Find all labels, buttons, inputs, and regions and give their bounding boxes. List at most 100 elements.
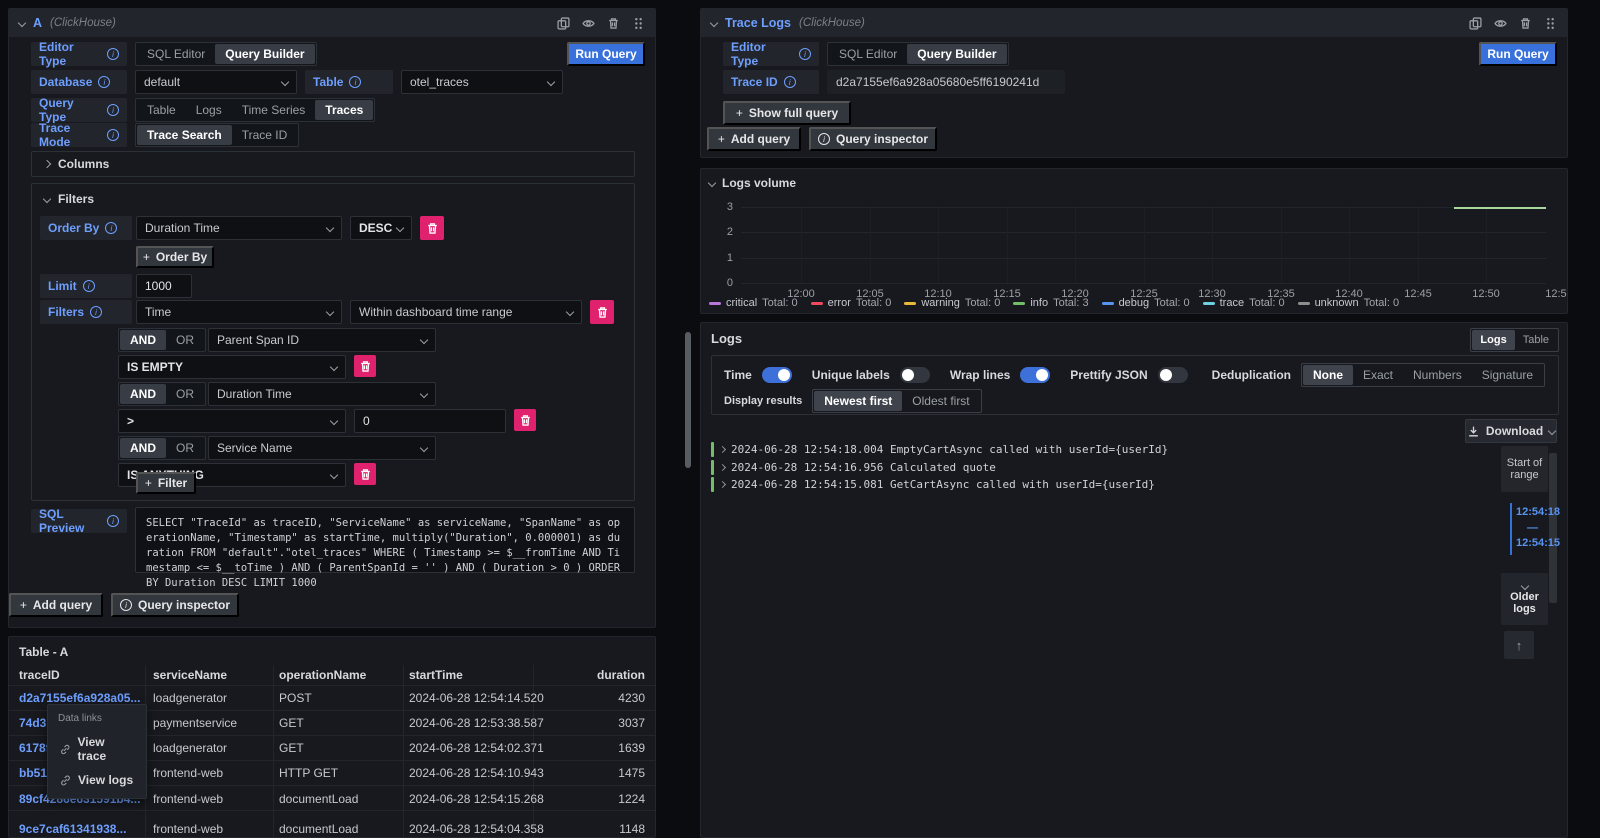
column-header-servicename[interactable]: serviceName bbox=[153, 668, 227, 682]
scrollbar[interactable] bbox=[685, 332, 691, 468]
trace-id-link[interactable]: d2a7155ef6a928a05... bbox=[19, 691, 143, 705]
wrap-lines-toggle[interactable] bbox=[1020, 367, 1050, 383]
or-option[interactable]: OR bbox=[166, 330, 204, 350]
trace-mode-trace-search[interactable]: Trace Search bbox=[137, 125, 232, 145]
info-icon[interactable]: i bbox=[98, 76, 110, 88]
condition2-field-select[interactable]: Duration Time bbox=[208, 382, 436, 406]
older-logs-button[interactable]: Older logs bbox=[1501, 573, 1548, 625]
log-row[interactable]: 2024-06-28 12:54:18.004 EmptyCartAsync c… bbox=[711, 441, 1168, 458]
column-header-starttime[interactable]: startTime bbox=[409, 668, 463, 682]
legend-item-warning[interactable]: warningTotal: 0 bbox=[904, 297, 1000, 309]
legend-item-error[interactable]: errorTotal: 0 bbox=[811, 297, 892, 309]
duplicate-query-icon[interactable] bbox=[557, 17, 570, 30]
logs-volume-title[interactable]: Logs volume bbox=[709, 176, 796, 190]
database-select[interactable]: default bbox=[135, 70, 297, 94]
expand-log-icon[interactable] bbox=[719, 446, 726, 453]
dedup-numbers[interactable]: Numbers bbox=[1403, 365, 1472, 385]
download-button[interactable]: Download bbox=[1465, 419, 1557, 443]
editor-type-query-builder[interactable]: Query Builder bbox=[215, 44, 314, 64]
info-icon[interactable]: i bbox=[799, 48, 811, 60]
condition2-value-input[interactable]: 0 bbox=[354, 409, 506, 433]
time-toggle[interactable] bbox=[762, 367, 792, 383]
collapse-chevron-icon[interactable] bbox=[710, 19, 718, 27]
info-icon[interactable]: i bbox=[107, 129, 119, 141]
legend-item-debug[interactable]: debugTotal: 0 bbox=[1102, 297, 1190, 309]
trace-mode-trace-id[interactable]: Trace ID bbox=[232, 125, 298, 145]
trace-id-input[interactable]: d2a7155ef6a928a05680e5ff6190241d bbox=[827, 70, 1065, 94]
view-table-option[interactable]: Table bbox=[1515, 330, 1557, 350]
add-filter-button[interactable]: +Filter bbox=[136, 472, 196, 494]
dedup-exact[interactable]: Exact bbox=[1353, 365, 1403, 385]
table-select[interactable]: otel_traces bbox=[401, 70, 563, 94]
and-option[interactable]: AND bbox=[120, 384, 166, 404]
info-icon[interactable]: i bbox=[349, 76, 361, 88]
and-option[interactable]: AND bbox=[120, 438, 166, 458]
column-header-duration[interactable]: duration bbox=[597, 668, 645, 682]
legend-item-critical[interactable]: criticalTotal: 0 bbox=[709, 297, 798, 309]
expand-log-icon[interactable] bbox=[719, 464, 726, 471]
info-icon[interactable]: i bbox=[107, 515, 119, 527]
view-logs-option[interactable]: Logs bbox=[1472, 330, 1514, 350]
table-a-title[interactable]: Table - A bbox=[19, 645, 68, 659]
add-query-button[interactable]: +Add query bbox=[9, 593, 103, 617]
run-query-button[interactable]: Run Query bbox=[567, 42, 645, 66]
show-full-query-button[interactable]: +Show full query bbox=[723, 101, 851, 125]
editor-type-sql-editor[interactable]: SQL Editor bbox=[829, 44, 907, 64]
info-icon[interactable]: i bbox=[105, 222, 117, 234]
query-type-table[interactable]: Table bbox=[137, 100, 186, 120]
or-option[interactable]: OR bbox=[166, 438, 204, 458]
remove-time-filter-button[interactable] bbox=[590, 300, 614, 324]
view-trace-link[interactable]: View trace bbox=[48, 730, 146, 768]
hide-response-icon[interactable] bbox=[582, 17, 595, 30]
or-option[interactable]: OR bbox=[166, 384, 204, 404]
order-by-field-select[interactable]: Duration Time bbox=[136, 216, 342, 240]
run-query-button[interactable]: Run Query bbox=[1479, 42, 1557, 66]
query-ref-id[interactable]: A bbox=[33, 16, 42, 30]
drag-handle-icon[interactable] bbox=[1544, 17, 1557, 30]
scroll-to-top-button[interactable]: ↑ bbox=[1504, 631, 1534, 659]
log-row[interactable]: 2024-06-28 12:54:15.081 GetCartAsync cal… bbox=[711, 476, 1155, 493]
info-icon[interactable]: i bbox=[90, 306, 102, 318]
query-type-time-series[interactable]: Time Series bbox=[232, 100, 316, 120]
and-option[interactable]: AND bbox=[120, 330, 166, 350]
dedup-signature[interactable]: Signature bbox=[1472, 365, 1543, 385]
collapse-chevron-icon[interactable] bbox=[18, 19, 26, 27]
minimap-track[interactable] bbox=[1549, 453, 1557, 603]
drag-handle-icon[interactable] bbox=[632, 17, 645, 30]
dedup-none[interactable]: None bbox=[1303, 365, 1353, 385]
query-type-traces[interactable]: Traces bbox=[315, 100, 373, 120]
condition1-field-select[interactable]: Parent Span ID bbox=[208, 328, 436, 352]
remove-order-by-button[interactable] bbox=[420, 216, 444, 240]
legend-item-unknown[interactable]: unknownTotal: 0 bbox=[1298, 297, 1400, 309]
query-inspector-button[interactable]: iQuery inspector bbox=[111, 593, 239, 617]
remove-condition2-button[interactable] bbox=[514, 409, 536, 431]
add-order-by-button[interactable]: +Order By bbox=[136, 246, 214, 268]
delete-query-icon[interactable] bbox=[1519, 17, 1532, 30]
editor-type-query-builder[interactable]: Query Builder bbox=[907, 44, 1006, 64]
info-icon[interactable]: i bbox=[107, 48, 119, 60]
hide-response-icon[interactable] bbox=[1494, 17, 1507, 30]
columns-section[interactable]: Columns bbox=[31, 151, 635, 177]
condition1-operator-select[interactable]: IS EMPTY bbox=[118, 355, 346, 379]
filter-time-range-select[interactable]: Within dashboard time range bbox=[350, 300, 582, 324]
remove-condition1-button[interactable] bbox=[354, 355, 376, 377]
delete-query-icon[interactable] bbox=[607, 17, 620, 30]
view-logs-link[interactable]: View logs bbox=[48, 768, 146, 792]
editor-type-sql-editor[interactable]: SQL Editor bbox=[137, 44, 215, 64]
legend-item-trace[interactable]: traceTotal: 0 bbox=[1203, 297, 1285, 309]
unique-labels-toggle[interactable] bbox=[900, 367, 930, 383]
query-type-logs[interactable]: Logs bbox=[186, 100, 232, 120]
log-row[interactable]: 2024-06-28 12:54:16.956 Calculated quote bbox=[711, 459, 996, 476]
column-header-operationname[interactable]: operationName bbox=[279, 668, 366, 682]
filters-section-header[interactable]: Filters bbox=[32, 184, 634, 214]
legend-item-info[interactable]: infoTotal: 3 bbox=[1013, 297, 1088, 309]
remove-condition3-button[interactable] bbox=[354, 463, 376, 485]
prettify-json-toggle[interactable] bbox=[1158, 367, 1188, 383]
expand-log-icon[interactable] bbox=[719, 481, 726, 488]
condition2-operator-select[interactable]: > bbox=[118, 409, 346, 433]
condition3-field-select[interactable]: Service Name bbox=[208, 436, 436, 460]
info-icon[interactable]: i bbox=[107, 104, 119, 116]
duplicate-query-icon[interactable] bbox=[1469, 17, 1482, 30]
column-header-traceid[interactable]: traceID bbox=[19, 668, 60, 682]
newest-first-option[interactable]: Newest first bbox=[814, 391, 902, 411]
